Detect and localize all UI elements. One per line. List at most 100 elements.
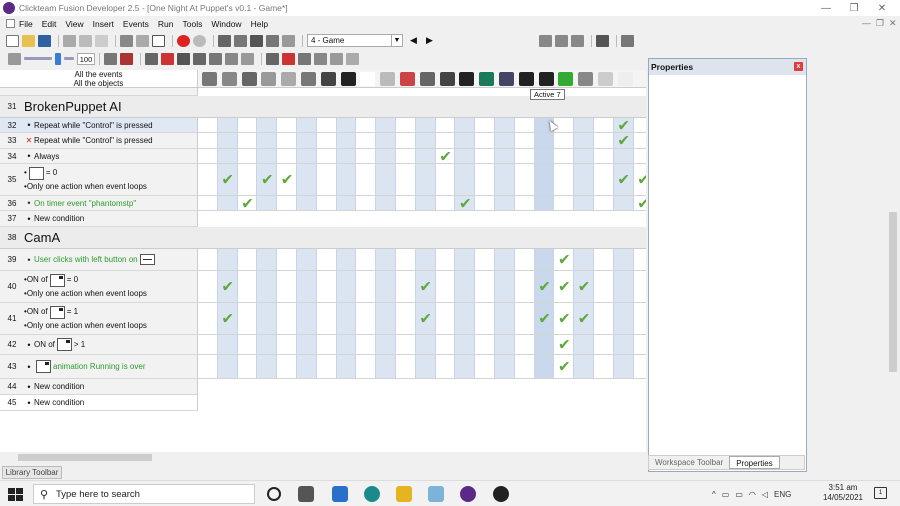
action-cell[interactable] xyxy=(415,118,436,132)
inner-minimize-button[interactable]: — xyxy=(862,18,871,28)
action-cell[interactable] xyxy=(297,303,317,334)
action-cell[interactable] xyxy=(356,355,377,378)
grid-icon[interactable] xyxy=(104,52,117,65)
action-checkmark-icon[interactable]: ✔ xyxy=(558,312,571,327)
object-column-icon[interactable] xyxy=(598,72,613,86)
action-cell[interactable] xyxy=(475,149,495,163)
action-cell[interactable] xyxy=(435,118,456,132)
action-checkmark-icon[interactable]: ✔ xyxy=(558,360,571,375)
object-column-icon[interactable] xyxy=(380,72,396,86)
action-cell[interactable] xyxy=(336,249,357,270)
action-cell[interactable] xyxy=(237,303,258,334)
action-cell[interactable] xyxy=(455,133,476,148)
action-cell[interactable] xyxy=(396,335,416,354)
action-cell[interactable] xyxy=(237,271,258,302)
clear-icon[interactable] xyxy=(282,52,295,65)
action-cell[interactable] xyxy=(514,196,535,210)
action-cell[interactable] xyxy=(495,196,515,210)
action-cell[interactable] xyxy=(574,133,594,148)
action-cell[interactable] xyxy=(514,133,535,148)
menu-run[interactable]: Run xyxy=(158,19,174,29)
action-cell[interactable] xyxy=(316,335,337,354)
object-column-icon[interactable] xyxy=(499,72,514,86)
action-cell[interactable] xyxy=(217,355,238,378)
action-cell[interactable] xyxy=(633,133,646,148)
action-cell[interactable] xyxy=(435,355,456,378)
action-checkmark-icon[interactable]: ✔ xyxy=(281,173,294,188)
action-cell[interactable] xyxy=(495,249,515,270)
action-cell[interactable] xyxy=(415,196,436,210)
action-cell[interactable] xyxy=(376,355,396,378)
action-cell[interactable] xyxy=(297,335,317,354)
action-cell[interactable] xyxy=(356,249,377,270)
action-cell[interactable] xyxy=(376,303,396,334)
zoom-icon[interactable] xyxy=(8,52,21,65)
properties-icon[interactable] xyxy=(298,52,311,65)
action-cell[interactable] xyxy=(415,164,436,195)
action-cell[interactable] xyxy=(534,164,555,195)
find-icon[interactable] xyxy=(314,52,327,65)
event-row[interactable]: 35 • = 0 •Only one action when event loops xyxy=(0,164,198,196)
action-cell[interactable] xyxy=(297,164,317,195)
object-column-icon[interactable] xyxy=(518,72,534,86)
event-row[interactable]: 40 •ON of = 0 •Only one action when event l… xyxy=(0,271,198,303)
action-cell[interactable] xyxy=(534,355,555,378)
action-cell[interactable] xyxy=(475,335,495,354)
clock[interactable]: 3:51 am 14/05/2021 xyxy=(818,483,868,503)
action-cell[interactable] xyxy=(455,118,476,132)
cortana-icon[interactable] xyxy=(267,487,281,501)
action-cell[interactable] xyxy=(415,133,436,148)
zoom-slider-handle[interactable] xyxy=(55,52,61,65)
action-cell[interactable] xyxy=(336,303,357,334)
action-checkmark-icon[interactable]: ✔ xyxy=(459,196,472,211)
action-cell[interactable] xyxy=(217,249,238,270)
event-row[interactable]: 41 •ON of = 1 •Only one action when event l… xyxy=(0,303,198,335)
action-cell[interactable] xyxy=(455,164,476,195)
action-cell[interactable] xyxy=(495,335,515,354)
action-cell[interactable] xyxy=(198,133,218,148)
action-cell[interactable] xyxy=(613,271,634,302)
action-checkmark-icon[interactable]: ✔ xyxy=(617,173,630,188)
language-indicator[interactable]: ENG xyxy=(774,490,791,499)
tab-workspace-toolbar[interactable]: Workspace Toolbar xyxy=(649,456,729,469)
action-cell[interactable] xyxy=(316,271,337,302)
obs-icon[interactable] xyxy=(493,486,509,502)
action-cell[interactable] xyxy=(297,355,317,378)
event-group[interactable]: 38 CamA xyxy=(0,227,646,249)
action-cell[interactable] xyxy=(554,196,575,210)
action-cell[interactable] xyxy=(574,164,594,195)
action-cell[interactable] xyxy=(297,271,317,302)
action-cell[interactable] xyxy=(237,149,258,163)
frame-editor-icon[interactable] xyxy=(234,34,247,47)
ungroup-icon[interactable] xyxy=(225,52,238,65)
scroll-thumb[interactable] xyxy=(18,454,152,461)
event-list-icon[interactable] xyxy=(266,34,279,47)
zoom-slider[interactable] xyxy=(24,57,52,60)
menu-events[interactable]: Events xyxy=(123,19,149,29)
menu-edit[interactable]: Edit xyxy=(42,19,57,29)
zoom-input[interactable]: 100 xyxy=(77,52,95,65)
action-cell[interactable] xyxy=(336,133,357,148)
action-cell[interactable] xyxy=(198,335,218,354)
action-cell[interactable] xyxy=(336,355,357,378)
object-column-icon[interactable] xyxy=(479,72,495,86)
copy-icon[interactable] xyxy=(79,34,92,47)
event-editor-icon[interactable] xyxy=(250,34,263,47)
action-cell[interactable] xyxy=(613,196,634,210)
action-cell[interactable] xyxy=(198,149,218,163)
next-frame-icon[interactable]: ▶ xyxy=(423,35,436,47)
action-cell[interactable] xyxy=(356,133,377,148)
action-checkmark-icon[interactable]: ✔ xyxy=(637,173,646,188)
action-cell[interactable] xyxy=(613,335,634,354)
menu-window[interactable]: Window xyxy=(211,19,241,29)
action-cell[interactable] xyxy=(435,335,456,354)
event-row[interactable]: 39 • User clicks with left button on xyxy=(0,249,198,271)
action-cell[interactable] xyxy=(495,133,515,148)
action-cell[interactable] xyxy=(356,118,377,132)
chevron-up-icon[interactable]: ^ xyxy=(712,490,716,499)
action-cell[interactable] xyxy=(237,164,258,195)
action-cell[interactable] xyxy=(316,355,337,378)
action-cell[interactable] xyxy=(554,164,575,195)
action-cell[interactable] xyxy=(396,118,416,132)
object-column-icon[interactable] xyxy=(281,72,297,86)
